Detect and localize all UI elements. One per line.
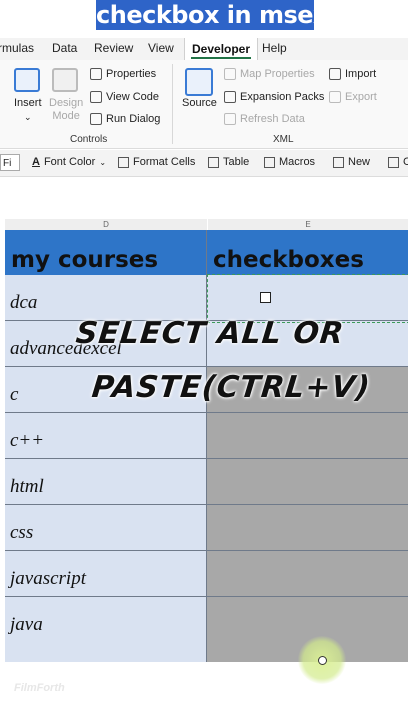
- selected-cell[interactable]: [207, 505, 408, 550]
- import-icon: [329, 68, 341, 80]
- table-row: css: [5, 505, 408, 551]
- view-code-icon: [90, 91, 102, 103]
- map-properties-icon: [224, 68, 236, 80]
- course-cell[interactable]: c++: [5, 413, 207, 458]
- table-row: dca: [5, 275, 408, 321]
- selected-cell[interactable]: [207, 459, 408, 504]
- toolbar-overflow-button[interactable]: C: [388, 156, 408, 168]
- table-button[interactable]: Table: [208, 156, 249, 168]
- header-cell-checkboxes[interactable]: checkboxes: [207, 230, 408, 275]
- checkbox[interactable]: [260, 292, 271, 303]
- watermark: FilmForth: [14, 682, 65, 694]
- group-divider: [172, 64, 173, 144]
- macros-label: Macros: [279, 156, 316, 168]
- spreadsheet-grid: my courses checkboxes dca advancedexcel …: [5, 230, 408, 662]
- design-mode-button[interactable]: Design Mode: [49, 97, 83, 123]
- table-row: html: [5, 459, 408, 505]
- table-row: java: [5, 597, 408, 662]
- font-select[interactable]: Fi: [0, 154, 20, 171]
- table-row: javascript: [5, 551, 408, 597]
- new-label: New: [348, 156, 371, 168]
- blank-area: [0, 177, 408, 219]
- developer-ribbon: Insert ⌄ Design Mode Properties View Cod…: [0, 60, 408, 149]
- header-cell-courses[interactable]: my courses: [5, 230, 207, 275]
- properties-icon: [90, 68, 102, 80]
- course-cell[interactable]: java: [5, 597, 207, 662]
- run-dialog-icon: [90, 113, 102, 125]
- view-code-button[interactable]: View Code: [90, 91, 159, 103]
- tab-formulas[interactable]: rmulas: [0, 41, 34, 55]
- ribbon-tabs: rmulas Data Review View Developer Help: [0, 38, 408, 60]
- import-button[interactable]: Import: [329, 68, 376, 80]
- tab-developer[interactable]: Developer: [184, 38, 259, 60]
- xml-group-label: XML: [273, 134, 294, 145]
- table-row: c++: [5, 413, 408, 459]
- toolbar-trailing-label: C: [403, 156, 408, 168]
- properties-label: Properties: [106, 68, 157, 80]
- course-cell[interactable]: html: [5, 459, 207, 504]
- expansion-packs-icon: [224, 91, 236, 103]
- refresh-data-button: Refresh Data: [224, 113, 305, 125]
- new-document-icon: [333, 156, 344, 168]
- table-label: Table: [223, 156, 250, 168]
- view-code-label: View Code: [106, 91, 159, 103]
- font-select-value: Fi: [3, 158, 12, 169]
- overflow-icon: [388, 156, 399, 168]
- source-icon[interactable]: [185, 68, 213, 96]
- macros-button[interactable]: Macros: [264, 156, 315, 168]
- properties-button[interactable]: Properties: [90, 68, 156, 80]
- tab-help[interactable]: Help: [262, 41, 287, 55]
- mouse-cursor-icon: [318, 656, 327, 665]
- format-cells-button[interactable]: Format Cells: [118, 156, 195, 168]
- macros-icon: [264, 156, 275, 168]
- course-cell[interactable]: dca: [5, 275, 207, 320]
- export-icon: [329, 91, 341, 103]
- expansion-packs-label: Expansion Packs: [240, 91, 325, 103]
- course-cell[interactable]: javascript: [5, 551, 207, 596]
- map-properties-label: Map Properties: [240, 68, 315, 80]
- format-cells-icon: [118, 156, 129, 168]
- video-title-banner: checkbox in msexcel: [96, 0, 314, 30]
- insert-dropdown-icon[interactable]: ⌄: [24, 112, 32, 123]
- instruction-overlay-line1: SELECT ALL OR: [74, 316, 346, 351]
- expansion-packs-button[interactable]: Expansion Packs: [224, 91, 324, 103]
- course-cell[interactable]: css: [5, 505, 207, 550]
- run-dialog-button[interactable]: Run Dialog: [90, 113, 160, 125]
- source-button[interactable]: Source: [182, 97, 217, 109]
- selected-cell[interactable]: [207, 413, 408, 458]
- map-properties-button: Map Properties: [224, 68, 315, 80]
- refresh-data-icon: [224, 113, 236, 125]
- refresh-data-label: Refresh Data: [240, 113, 305, 125]
- design-mode-icon: [52, 68, 78, 92]
- checkbox-cell[interactable]: [207, 275, 408, 320]
- insert-button[interactable]: Insert: [14, 97, 42, 109]
- run-dialog-label: Run Dialog: [106, 113, 161, 125]
- insert-control-icon[interactable]: [14, 68, 40, 92]
- tab-data[interactable]: Data: [52, 41, 77, 55]
- font-color-label: Font Color: [43, 156, 96, 168]
- controls-group-label: Controls: [70, 134, 108, 145]
- chevron-down-icon: ⌄: [99, 157, 107, 167]
- font-color-button[interactable]: A Font Color ⌄: [32, 156, 106, 168]
- selected-cell[interactable]: [207, 551, 408, 596]
- export-label: Export: [345, 91, 377, 103]
- table-icon: [208, 156, 219, 168]
- font-color-icon: A: [32, 156, 40, 168]
- quick-toolbar: Fi A Font Color ⌄ Format Cells Table Mac…: [0, 150, 408, 177]
- export-button: Export: [329, 91, 377, 103]
- instruction-overlay-line2: PASTE(CTRL+V): [90, 370, 373, 405]
- import-label: Import: [345, 68, 377, 80]
- format-cells-label: Format Cells: [133, 156, 196, 168]
- tab-review[interactable]: Review: [94, 41, 133, 55]
- new-button[interactable]: New: [333, 156, 370, 168]
- tab-view[interactable]: View: [148, 41, 174, 55]
